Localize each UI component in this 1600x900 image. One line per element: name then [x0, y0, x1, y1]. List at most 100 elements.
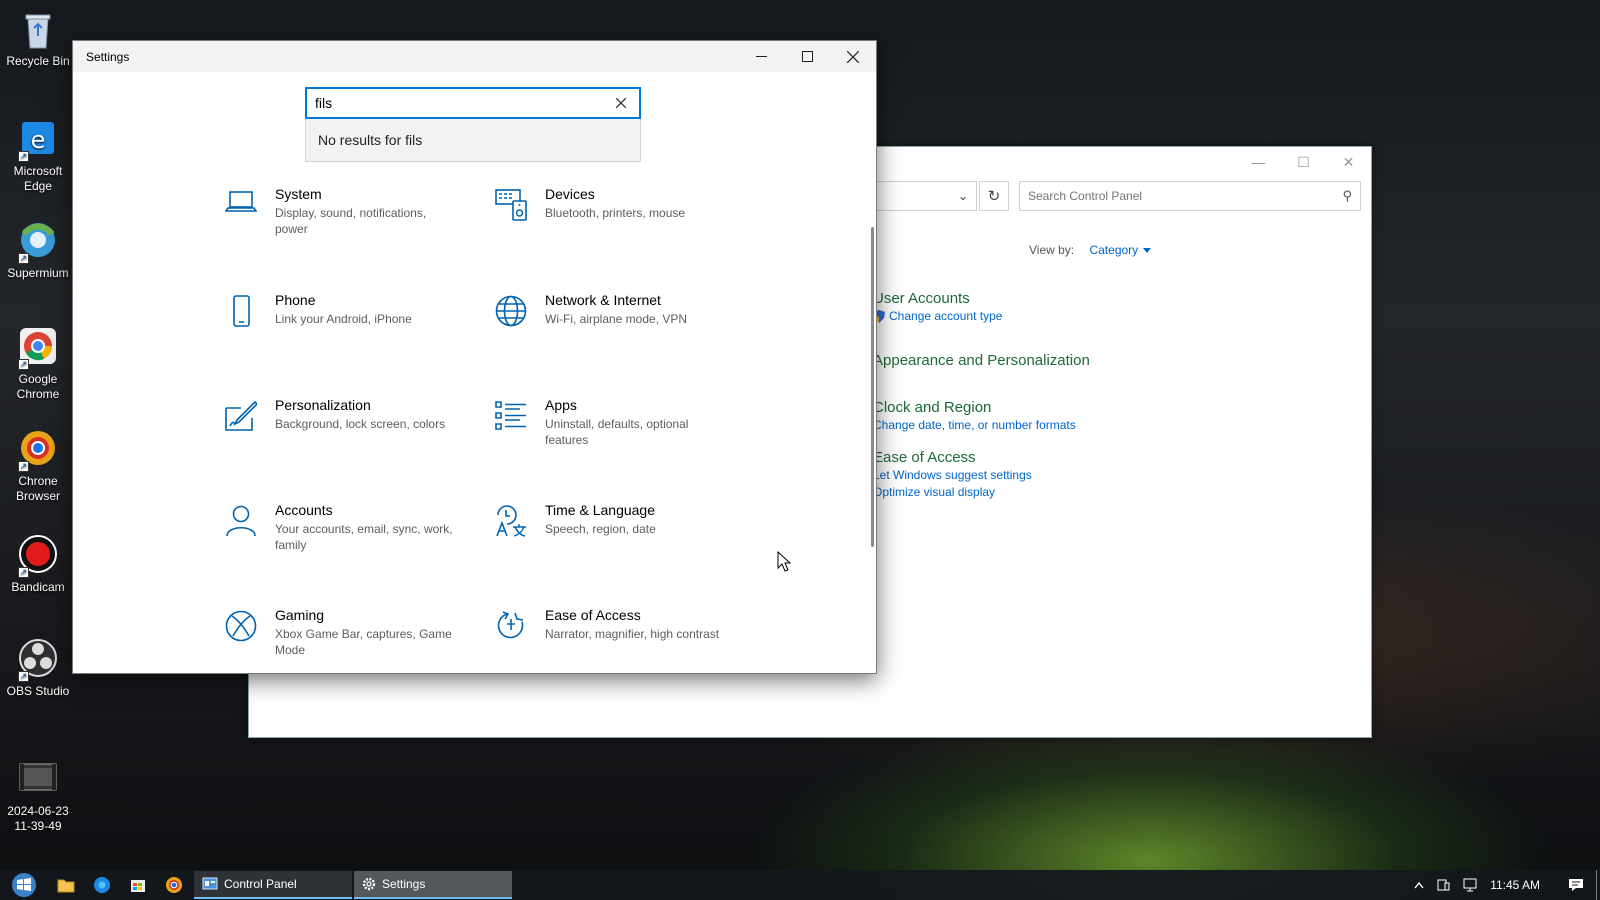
desktop-icon-label: OBS Studio: [6, 684, 70, 698]
settings-search-box[interactable]: [305, 87, 641, 119]
tile-time-language[interactable]: Time & Language Speech, region, date: [495, 501, 745, 537]
category-heading[interactable]: Ease of Access: [873, 448, 1032, 467]
windows-start-icon: [12, 873, 36, 897]
maximize-button[interactable]: [784, 41, 830, 72]
taskbar: Control Panel Settings 11:45 AM: [0, 870, 1600, 900]
desktop-icon-bandicam[interactable]: ↗ Bandicam: [2, 534, 74, 595]
chrome-icon: ↗: [16, 326, 60, 370]
taskbar-app-settings[interactable]: Settings: [354, 871, 512, 899]
tile-title: Gaming: [275, 607, 325, 623]
tile-description: Speech, region, date: [545, 522, 656, 536]
desktop-icon-label: Supermium: [7, 266, 69, 280]
settings-search-input[interactable]: [315, 95, 611, 111]
tile-description: Uninstall, defaults, optional features: [545, 417, 689, 447]
category-link[interactable]: Let Windows suggest settings: [873, 467, 1032, 484]
minimize-button[interactable]: —: [1236, 147, 1281, 177]
control-panel-search[interactable]: ⚲: [1019, 181, 1361, 211]
taskbar-chrome[interactable]: [156, 870, 192, 900]
search-results-dropdown: No results for fils: [305, 119, 641, 162]
tray-overflow-button[interactable]: [1414, 881, 1424, 889]
start-button[interactable]: [0, 870, 48, 900]
bandicam-icon: ↗: [16, 534, 60, 578]
show-desktop-button[interactable]: [1596, 870, 1600, 900]
tile-description: Link your Android, iPhone: [275, 312, 412, 326]
desktop-icon-recycle-bin[interactable]: Recycle Bin: [2, 8, 74, 69]
view-by: View by: Category: [1029, 243, 1151, 257]
tile-title: Ease of Access: [545, 607, 641, 623]
category-heading[interactable]: Appearance and Personalization: [873, 351, 1090, 370]
category-heading[interactable]: User Accounts: [873, 289, 1002, 308]
notification-icon: [1569, 879, 1583, 891]
recycle-bin-icon: [16, 8, 60, 52]
desktop-icon-label: Google Chrome: [16, 372, 60, 401]
person-icon: [225, 501, 275, 553]
tile-apps[interactable]: Apps Uninstall, defaults, optional featu…: [495, 396, 745, 448]
desktop-icon-label: Chrone Browser: [15, 474, 60, 503]
close-icon: [847, 50, 859, 63]
tile-title: System: [275, 186, 322, 202]
tile-title: Devices: [545, 186, 595, 202]
network-icon: [1463, 878, 1477, 892]
phone-icon: [225, 291, 275, 327]
taskbar-store[interactable]: [120, 870, 156, 900]
minimize-button[interactable]: [738, 41, 784, 72]
video-file-icon: [16, 758, 60, 802]
category-link[interactable]: Change account type: [873, 308, 1002, 325]
tile-network-internet[interactable]: Network & Internet Wi-Fi, airplane mode,…: [495, 291, 745, 327]
view-by-dropdown[interactable]: Category: [1089, 243, 1151, 257]
action-center-button[interactable]: [1568, 878, 1584, 892]
tile-accounts[interactable]: Accounts Your accounts, email, sync, wor…: [225, 501, 475, 553]
tile-personalization[interactable]: Personalization Background, lock screen,…: [225, 396, 475, 432]
tile-gaming[interactable]: Gaming Xbox Game Bar, captures, Game Mod…: [225, 606, 475, 658]
tray-device-button[interactable]: [1436, 878, 1450, 892]
desktop-icon-microsoft-edge[interactable]: e ↗ Microsoft Edge: [2, 118, 74, 194]
category-link[interactable]: Change date, time, or number formats: [873, 417, 1076, 434]
tile-description: Background, lock screen, colors: [275, 417, 446, 431]
chrome-icon: [166, 877, 182, 893]
tile-ease-of-access[interactable]: Ease of Access Narrator, magnifier, high…: [495, 606, 745, 642]
edge-icon: [94, 877, 110, 893]
category-heading[interactable]: Clock and Region: [873, 398, 1076, 417]
obs-icon: ↗: [16, 638, 60, 682]
settings-window[interactable]: Settings No results for fils System Disp…: [72, 40, 877, 674]
close-button[interactable]: ✕: [1326, 147, 1371, 177]
clear-icon: [616, 98, 626, 108]
devices-icon: [495, 185, 545, 221]
category-link[interactable]: Optimize visual display: [873, 484, 1032, 501]
refresh-button[interactable]: ↻: [979, 181, 1009, 211]
tray-network-button[interactable]: [1462, 878, 1478, 892]
svg-text:e: e: [31, 126, 46, 154]
search-icon: ⚲: [1342, 188, 1352, 203]
time-language-icon: [495, 501, 545, 537]
desktop-icon-google-chrome[interactable]: ↗ Google Chrome: [2, 326, 74, 402]
close-button[interactable]: [830, 41, 876, 72]
chevron-down-icon[interactable]: ⌄: [950, 189, 976, 203]
taskbar-app-control-panel[interactable]: Control Panel: [194, 871, 352, 899]
taskbar-file-explorer[interactable]: [48, 870, 84, 900]
xbox-icon: [225, 606, 275, 658]
settings-titlebar[interactable]: Settings: [73, 41, 876, 72]
maximize-icon: [801, 51, 813, 62]
control-panel-window-controls: — ☐ ✕: [1236, 147, 1371, 177]
tile-description: Display, sound, notifications, power: [275, 206, 427, 236]
desktop-icon-label: Bandicam: [11, 580, 65, 594]
desktop-icon-label: Microsoft Edge: [13, 164, 63, 193]
desktop-icon-chrone-browser[interactable]: ↗ Chrone Browser: [2, 428, 74, 504]
tile-description: Wi-Fi, airplane mode, VPN: [545, 312, 688, 326]
no-results-text: No results for fils: [318, 132, 423, 148]
control-panel-search-input[interactable]: [1028, 189, 1343, 203]
tile-phone[interactable]: Phone Link your Android, iPhone: [225, 291, 475, 327]
category-ease-of-access: Ease of Access Let Windows suggest setti…: [873, 448, 1032, 501]
desktop-icon-video-file[interactable]: 2024-06-23 11-39-49: [2, 758, 74, 834]
settings-scrollbar[interactable]: [871, 227, 874, 547]
taskbar-edge[interactable]: [84, 870, 120, 900]
desktop-icon-supermium[interactable]: ↗ Supermium: [2, 220, 74, 281]
clear-search-button[interactable]: [611, 93, 631, 113]
maximize-button[interactable]: ☐: [1281, 147, 1326, 177]
desktop-icon-obs-studio[interactable]: ↗ OBS Studio: [2, 638, 74, 699]
taskbar-clock[interactable]: 11:45 AM: [1490, 878, 1540, 892]
edge-icon: e ↗: [16, 118, 60, 162]
tile-system[interactable]: System Display, sound, notifications, po…: [225, 185, 475, 237]
desktop-icon-label: Recycle Bin: [6, 54, 70, 68]
tile-devices[interactable]: Devices Bluetooth, printers, mouse: [495, 185, 745, 221]
